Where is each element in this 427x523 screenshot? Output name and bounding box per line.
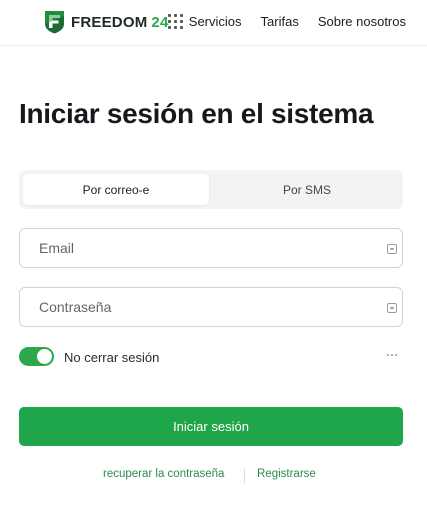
keep-session-toggle[interactable]	[19, 347, 54, 366]
tab-email[interactable]: Por correo-e	[23, 174, 209, 205]
freedom-shield-logo-icon	[45, 11, 64, 34]
auth-links: recuperar la contraseña Registrarse	[0, 468, 427, 484]
apps-grid-icon	[167, 14, 183, 29]
nav-services-label: Servicios	[188, 14, 242, 29]
logo[interactable]: FREEDOM 24	[44, 10, 169, 34]
password-field-wrapper	[19, 287, 403, 327]
logo-text: FREEDOM 24	[71, 14, 169, 31]
top-nav: Servicios Tarifas Sobre nosotros	[167, 14, 406, 29]
site-header: FREEDOM 24 Servicios Tarifas Sobre nosotr…	[0, 0, 427, 46]
keep-session-label[interactable]: No cerrar sesión	[64, 350, 159, 365]
more-dots-icon[interactable]	[387, 354, 397, 356]
toggle-knob	[37, 349, 52, 364]
register-link[interactable]: Registrarse	[257, 468, 316, 480]
logo-brand: FREEDOM	[71, 13, 148, 31]
nav-services[interactable]: Servicios	[167, 14, 242, 29]
login-button[interactable]: Iniciar sesión	[19, 407, 403, 446]
logo-number: 24	[151, 13, 169, 31]
password-input[interactable]	[20, 288, 370, 326]
nav-about-label: Sobre nosotros	[317, 14, 406, 29]
tab-sms[interactable]: Por SMS	[215, 174, 399, 205]
email-input[interactable]	[20, 229, 370, 267]
autofill-key-icon[interactable]	[387, 244, 397, 254]
recover-password-link[interactable]: recuperar la contraseña	[103, 468, 224, 480]
link-divider	[244, 469, 245, 483]
email-field-wrapper	[19, 228, 403, 268]
nav-tariffs[interactable]: Tarifas	[261, 14, 299, 29]
nav-tariffs-label: Tarifas	[260, 14, 299, 29]
nav-about[interactable]: Sobre nosotros	[318, 14, 406, 29]
login-method-tabs: Por correo-e Por SMS	[19, 170, 403, 209]
autofill-key-icon[interactable]	[387, 303, 397, 313]
page-title: Iniciar sesión en el sistema	[19, 98, 374, 129]
